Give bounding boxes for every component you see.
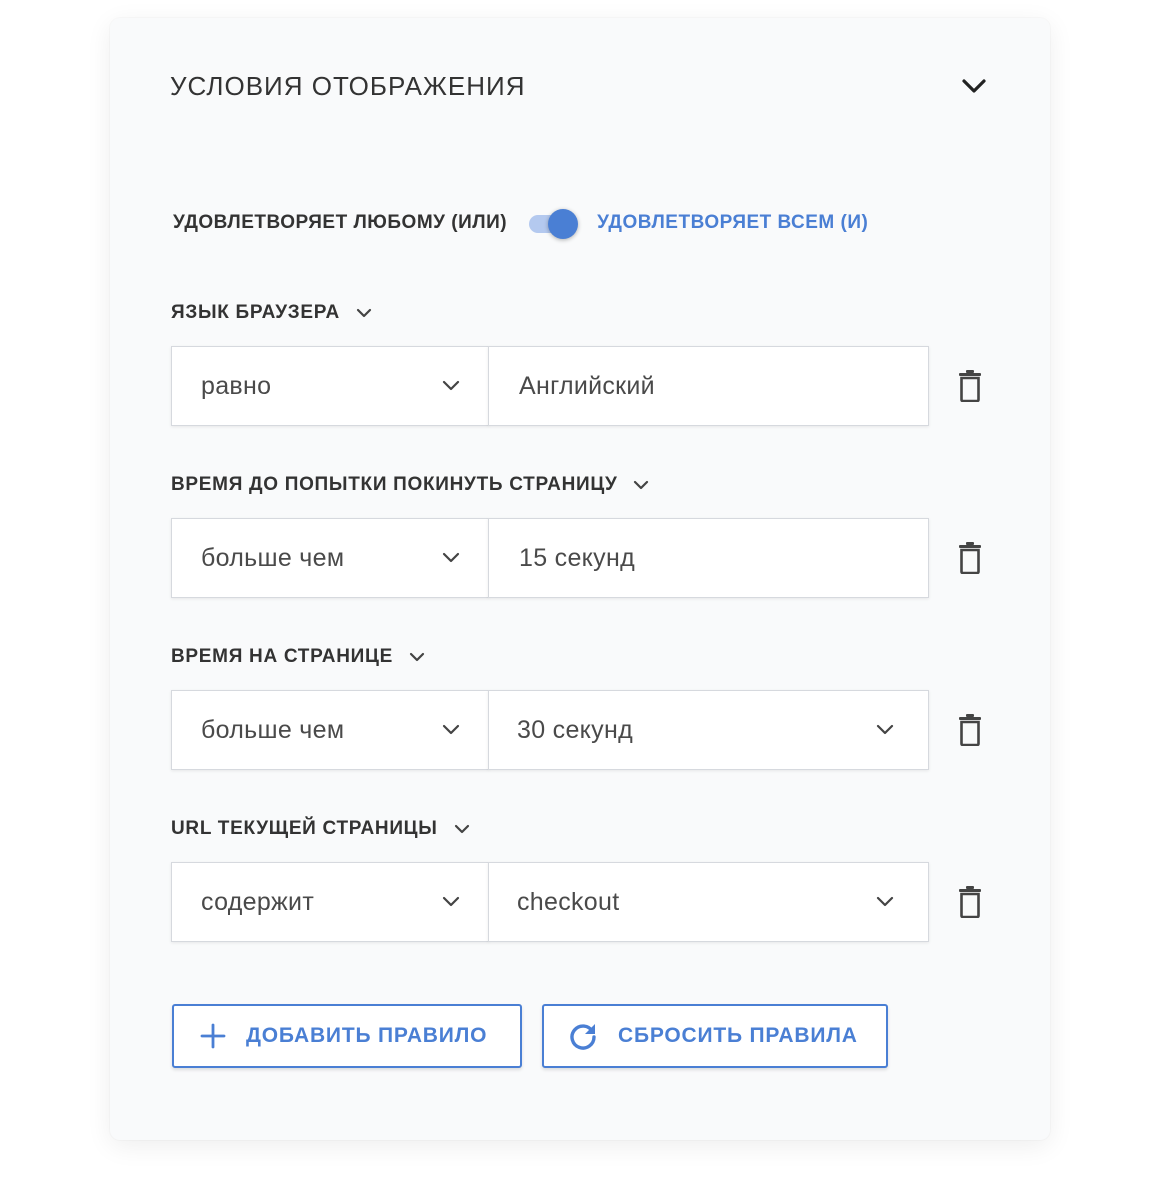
add-rule-label: ДОБАВИТЬ ПРАВИЛО bbox=[246, 1024, 488, 1047]
delete-rule-button[interactable] bbox=[955, 713, 985, 747]
value-text: checkout bbox=[517, 887, 620, 916]
chevron-down-icon bbox=[876, 896, 894, 907]
value-input[interactable]: 15 секунд bbox=[488, 518, 929, 598]
rule-label: ВРЕМЯ ДО ПОПЫТКИ ПОКИНУТЬ СТРАНИЦУ bbox=[171, 474, 618, 495]
rule-current-page-url: URL ТЕКУЩЕЙ СТРАНИЦЫ содержит checkout bbox=[171, 814, 991, 942]
value-text: 15 секунд bbox=[519, 543, 635, 572]
operator-select[interactable]: больше чем bbox=[171, 518, 489, 598]
operator-value: содержит bbox=[201, 887, 315, 916]
rule-fields: равно Английский bbox=[171, 346, 985, 426]
rule-fields: содержит checkout bbox=[171, 862, 985, 942]
delete-rule-button[interactable] bbox=[955, 885, 985, 919]
value-select[interactable]: 30 секунд bbox=[488, 690, 929, 770]
chevron-down-icon bbox=[409, 652, 425, 662]
trash-icon bbox=[959, 542, 981, 574]
refresh-icon bbox=[568, 1021, 598, 1051]
collapse-button[interactable] bbox=[958, 70, 990, 102]
panel-title: УСЛОВИЯ ОТОБРАЖЕНИЯ bbox=[170, 70, 526, 101]
plus-icon bbox=[200, 1023, 226, 1049]
match-any-label[interactable]: УДОВЛЕТВОРЯЕТ ЛЮБОМУ (ИЛИ) bbox=[173, 212, 507, 234]
toggle-knob bbox=[548, 209, 579, 239]
operator-value: равно bbox=[201, 371, 272, 400]
value-input[interactable]: Английский bbox=[488, 346, 929, 426]
chevron-down-icon bbox=[442, 724, 460, 735]
chevron-down-icon bbox=[356, 308, 372, 318]
trash-icon bbox=[959, 714, 981, 746]
value-text: Английский bbox=[519, 371, 655, 400]
delete-rule-button[interactable] bbox=[955, 541, 985, 575]
chevron-down-icon bbox=[962, 79, 986, 93]
chevron-down-icon bbox=[442, 552, 460, 563]
rule-exit-intent-time: ВРЕМЯ ДО ПОПЫТКИ ПОКИНУТЬ СТРАНИЦУ больш… bbox=[171, 470, 991, 598]
reset-rules-label: СБРОСИТЬ ПРАВИЛА bbox=[618, 1024, 858, 1047]
display-conditions-panel: УСЛОВИЯ ОТОБРАЖЕНИЯ УДОВЛЕТВОРЯЕТ ЛЮБОМУ… bbox=[110, 18, 1050, 1140]
match-logic-toggle[interactable] bbox=[527, 206, 579, 240]
trash-icon bbox=[959, 886, 981, 918]
chevron-down-icon bbox=[442, 380, 460, 391]
match-all-label[interactable]: УДОВЛЕТВОРЯЕТ ВСЕМ (И) bbox=[597, 212, 868, 234]
value-text: 30 секунд bbox=[517, 715, 633, 744]
rule-fields: больше чем 15 секунд bbox=[171, 518, 985, 598]
trash-icon bbox=[959, 370, 981, 402]
rule-label: URL ТЕКУЩЕЙ СТРАНИЦЫ bbox=[171, 818, 438, 839]
rule-type-selector[interactable]: URL ТЕКУЩЕЙ СТРАНИЦЫ bbox=[171, 814, 991, 844]
rule-label: ВРЕМЯ НА СТРАНИЦЕ bbox=[171, 646, 393, 667]
rule-browser-language: ЯЗЫК БРАУЗЕРА равно Английский bbox=[171, 298, 991, 426]
match-logic-switch: УДОВЛЕТВОРЯЕТ ЛЮБОМУ (ИЛИ) УДОВЛЕТВОРЯЕТ… bbox=[173, 206, 868, 240]
rule-type-selector[interactable]: ВРЕМЯ НА СТРАНИЦЕ bbox=[171, 642, 991, 672]
rule-type-selector[interactable]: ЯЗЫК БРАУЗЕРА bbox=[171, 298, 991, 328]
operator-select[interactable]: больше чем bbox=[171, 690, 489, 770]
operator-select[interactable]: содержит bbox=[171, 862, 489, 942]
rule-time-on-page: ВРЕМЯ НА СТРАНИЦЕ больше чем 30 секунд bbox=[171, 642, 991, 770]
chevron-down-icon bbox=[876, 724, 894, 735]
chevron-down-icon bbox=[454, 824, 470, 834]
delete-rule-button[interactable] bbox=[955, 369, 985, 403]
chevron-down-icon bbox=[442, 896, 460, 907]
rule-label: ЯЗЫК БРАУЗЕРА bbox=[171, 302, 340, 323]
chevron-down-icon bbox=[633, 480, 649, 490]
rule-type-selector[interactable]: ВРЕМЯ ДО ПОПЫТКИ ПОКИНУТЬ СТРАНИЦУ bbox=[171, 470, 991, 500]
rule-fields: больше чем 30 секунд bbox=[171, 690, 985, 770]
add-rule-button[interactable]: ДОБАВИТЬ ПРАВИЛО bbox=[172, 1004, 522, 1068]
operator-value: больше чем bbox=[201, 543, 345, 572]
operator-select[interactable]: равно bbox=[171, 346, 489, 426]
value-select[interactable]: checkout bbox=[488, 862, 929, 942]
reset-rules-button[interactable]: СБРОСИТЬ ПРАВИЛА bbox=[542, 1004, 888, 1068]
panel-header: УСЛОВИЯ ОТОБРАЖЕНИЯ bbox=[170, 66, 990, 106]
operator-value: больше чем bbox=[201, 715, 345, 744]
rule-actions: ДОБАВИТЬ ПРАВИЛО СБРОСИТЬ ПРАВИЛА bbox=[172, 1004, 888, 1068]
